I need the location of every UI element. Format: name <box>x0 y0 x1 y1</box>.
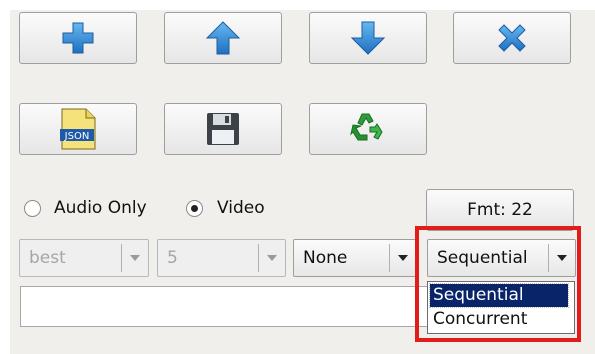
download-mode-dropdown: Sequential Concurrent <box>427 281 575 334</box>
download-panel: JSON Audio Only Video Fmt: 22 best 5 Non… <box>0 0 595 354</box>
quality-select[interactable]: best <box>19 239 149 277</box>
chevron-down-icon <box>121 244 148 272</box>
move-down-button[interactable] <box>309 12 427 64</box>
download-mode-select[interactable]: Sequential <box>427 239 576 277</box>
count-select-value: 5 <box>167 248 178 268</box>
x-icon <box>498 24 526 52</box>
chevron-down-icon <box>548 244 575 272</box>
add-button[interactable] <box>19 12 137 64</box>
export-json-button[interactable]: JSON <box>19 103 137 155</box>
video-radio[interactable] <box>186 200 203 217</box>
arrow-down-icon <box>350 21 386 55</box>
subtitle-select-value: None <box>303 248 348 268</box>
format-button[interactable]: Fmt: 22 <box>426 189 574 231</box>
download-mode-option-sequential[interactable]: Sequential <box>429 283 569 308</box>
recycle-button[interactable] <box>309 103 427 155</box>
url-input[interactable] <box>20 286 430 327</box>
audio-only-radio[interactable] <box>24 200 41 217</box>
chevron-down-icon <box>258 244 285 272</box>
subtitle-select[interactable]: None <box>293 239 417 277</box>
save-button[interactable] <box>164 103 282 155</box>
quality-select-value: best <box>29 248 66 268</box>
remove-button[interactable] <box>453 12 571 64</box>
video-label: Video <box>217 198 265 218</box>
move-up-button[interactable] <box>164 12 282 64</box>
audio-only-label: Audio Only <box>54 198 147 218</box>
json-file-icon: JSON <box>60 108 96 150</box>
json-badge-text: JSON <box>64 131 90 142</box>
count-select[interactable]: 5 <box>157 239 286 277</box>
floppy-disk-icon <box>207 113 239 145</box>
plus-icon <box>62 22 94 54</box>
video-radio-dot <box>191 205 198 212</box>
arrow-up-icon <box>205 21 241 55</box>
chevron-down-icon <box>389 244 416 272</box>
recycle-icon <box>350 113 383 141</box>
download-mode-option-concurrent[interactable]: Concurrent <box>430 308 570 331</box>
download-mode-select-value: Sequential <box>437 248 528 268</box>
